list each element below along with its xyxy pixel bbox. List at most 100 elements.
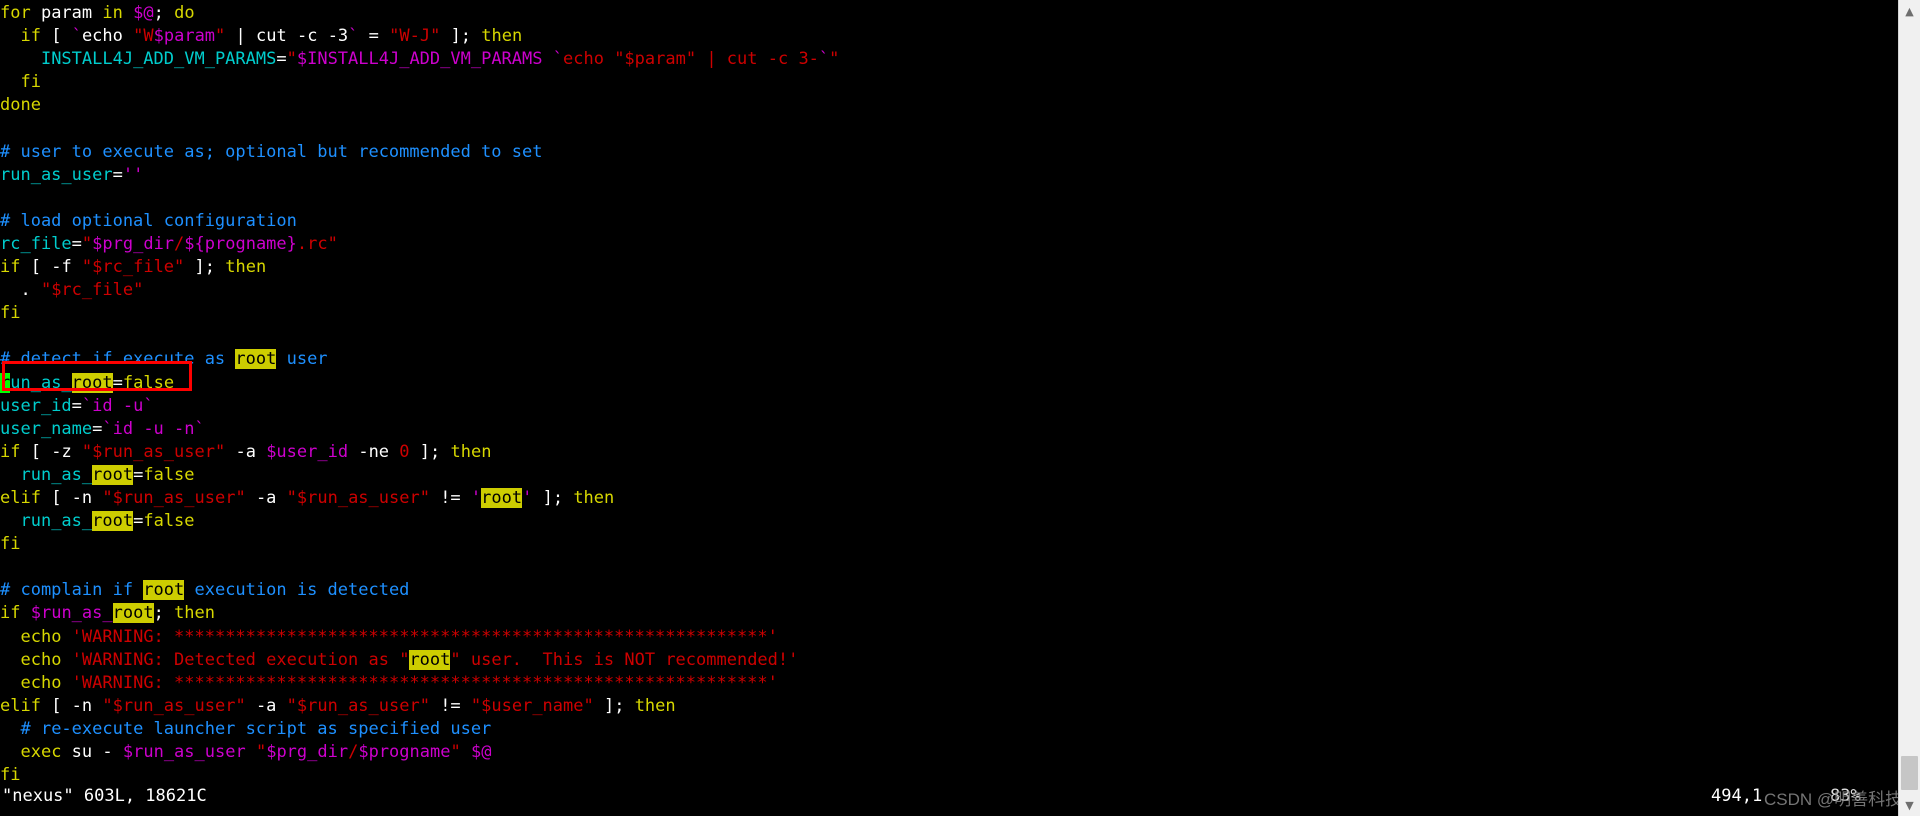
code-token: W: [143, 26, 154, 47]
code-token: -c: [296, 26, 328, 47]
code-token: =: [276, 49, 287, 70]
code-token: then: [634, 695, 676, 716]
code-token: `: [552, 49, 563, 70]
chevron-down-icon[interactable]: ▼: [1899, 794, 1920, 816]
code-token: un_as_: [10, 372, 72, 393]
editor-line: run_as_user='': [0, 164, 1898, 187]
code-token: 0: [399, 441, 410, 462]
code-token: INSTALL4J_ADD_VM_PARAMS: [40, 49, 277, 70]
editor-line: if $run_as_root; then: [0, 602, 1898, 625]
vim-text-buffer[interactable]: for param in $@; do if [ `echo "W$param"…: [0, 0, 1898, 816]
code-token: =: [133, 511, 144, 532]
code-token: -f: [51, 257, 82, 278]
code-token: $INSTALL4J_ADD_VM_PARAMS: [296, 49, 543, 70]
code-token: cut -c 3-: [726, 49, 819, 70]
code-token: fi: [20, 72, 41, 93]
editor-line: exec su - $run_as_user "$prg_dir/$progna…: [0, 741, 1898, 764]
code-token: -n: [71, 487, 103, 508]
status-cursor-position: 494,1: [1711, 786, 1763, 806]
editor-line: INSTALL4J_ADD_VM_PARAMS="$INSTALL4J_ADD_…: [0, 48, 1898, 71]
code-token: user_id: [0, 395, 72, 416]
code-token: ": [255, 742, 267, 762]
code-token: |: [225, 26, 257, 47]
editor-line: fi: [0, 764, 1898, 787]
vertical-scrollbar[interactable]: ▲ ▼: [1898, 0, 1920, 816]
text-cursor: r: [0, 372, 11, 393]
code-token: $prg_dir: [92, 233, 175, 254]
search-match-highlight: root: [481, 487, 523, 508]
code-token: $run_as_: [30, 603, 113, 624]
code-token: -a: [255, 487, 287, 508]
code-token: =: [133, 464, 144, 485]
code-token: run_as_: [20, 464, 93, 485]
search-match-highlight: root: [92, 511, 134, 532]
code-token: rc_file: [0, 233, 72, 254]
editor-line: # detect if execute as root user: [0, 348, 1898, 371]
code-token: [: [40, 26, 72, 47]
code-token: fi: [0, 534, 21, 555]
search-match-highlight: root: [92, 464, 134, 485]
code-token: ": [286, 49, 297, 70]
scrollbar-thumb[interactable]: [1901, 756, 1918, 790]
editor-line: # complain if root execution is detected: [0, 579, 1898, 602]
code-token: fi: [0, 303, 21, 324]
code-token: user_name: [0, 418, 93, 439]
code-token: echo: [20, 649, 72, 670]
editor-line: fi: [0, 71, 1898, 94]
code-token: 'WARNING: ******************************…: [71, 672, 778, 693]
code-token: then: [481, 26, 523, 47]
editor-line: if [ -z "$run_as_user" -a $user_id -ne 0…: [0, 441, 1898, 464]
code-token: ;: [153, 3, 175, 23]
code-token: ];: [593, 695, 635, 716]
code-token: # detect if execute as: [0, 349, 236, 370]
code-token: done: [0, 95, 41, 116]
code-token: 'WARNING: ******************************…: [71, 626, 778, 647]
code-token: $prg_dir: [266, 742, 349, 762]
editor-line: for param in $@; do: [0, 2, 1898, 25]
terminal-window: for param in $@; do if [ `echo "W$param"…: [0, 0, 1920, 816]
code-token: # load optional configuration: [0, 210, 297, 231]
code-token: run_as_user: [0, 164, 113, 185]
chevron-up-icon[interactable]: ▲: [1899, 0, 1920, 22]
code-token: ": [81, 233, 93, 254]
editor-line: run_as_root=false: [0, 372, 1898, 395]
code-token: do: [174, 3, 195, 23]
code-token: "$run_as_user": [102, 695, 246, 716]
code-token: echo: [563, 49, 615, 70]
code-token: ": [327, 233, 338, 254]
code-token: " user. This is NOT recommended!': [450, 649, 799, 670]
code-token: !=: [429, 487, 471, 508]
code-token: run_as_: [20, 511, 93, 532]
code-token: ": [215, 26, 226, 47]
code-token: echo: [81, 26, 134, 47]
editor-line: # load optional configuration: [0, 210, 1898, 233]
code-token: -n: [71, 695, 103, 716]
code-token: then: [573, 487, 615, 508]
code-token: ];: [184, 257, 226, 278]
code-token: $user_id: [266, 441, 349, 462]
code-token: if: [0, 257, 21, 278]
editor-line: elif [ -n "$run_as_user" -a "$run_as_use…: [0, 695, 1898, 718]
editor-line: user_name=`id -u -n`: [0, 418, 1898, 441]
editor-line: run_as_root=false: [0, 510, 1898, 533]
editor-line: # user to execute as; optional but recom…: [0, 141, 1898, 164]
editor-line: echo 'WARNING: Detected execution as "ro…: [0, 649, 1898, 672]
code-token: .rc: [296, 233, 328, 254]
code-token: ${progname}: [184, 233, 297, 254]
code-token: |: [696, 49, 727, 70]
editor-line: elif [ -n "$run_as_user" -a "$run_as_use…: [0, 487, 1898, 510]
code-token: if: [0, 603, 21, 624]
code-token: '': [122, 164, 144, 185]
code-token: !=: [429, 695, 471, 716]
